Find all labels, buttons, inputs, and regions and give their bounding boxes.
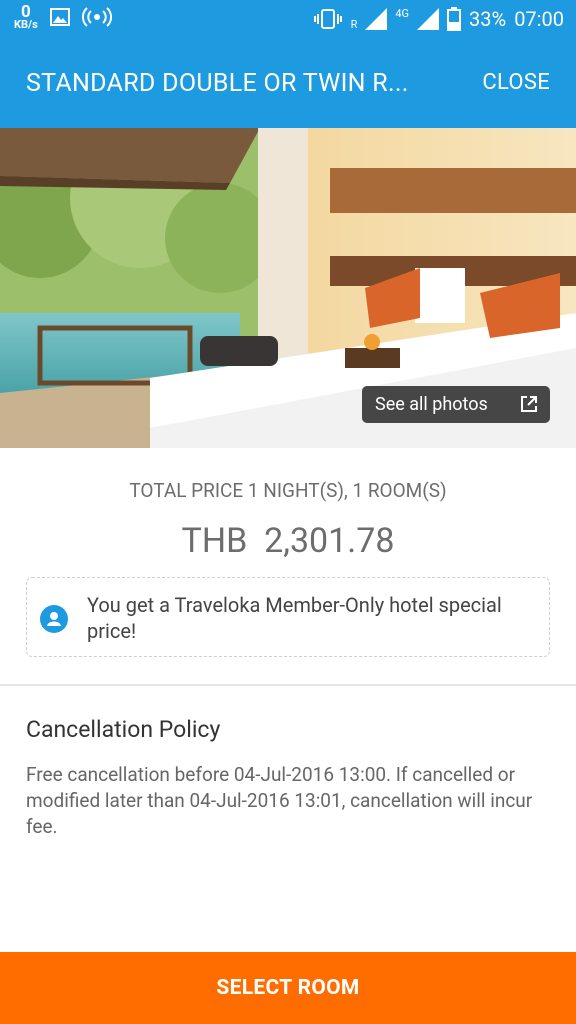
clock: 07:00	[514, 7, 564, 31]
signal-icon-2	[417, 8, 440, 30]
image-icon	[49, 8, 70, 26]
cancellation-policy-title: Cancellation Policy	[26, 716, 221, 743]
total-price: THB 2,301.78	[0, 521, 576, 561]
price-currency: THB	[181, 521, 248, 561]
battery-level: 33%	[469, 7, 507, 31]
price-amount: 2,301.78	[264, 521, 395, 561]
member-price-message: You get a Traveloka Member-Only hotel sp…	[87, 593, 502, 643]
cancellation-policy-text: Free cancellation before 04-Jul-2016 13:…	[26, 763, 533, 838]
member-price-notice: You get a Traveloka Member-Only hotel sp…	[26, 577, 550, 657]
select-room-button[interactable]: SELECT ROOM	[0, 952, 576, 1024]
see-all-photos-button[interactable]: See all photos	[362, 386, 550, 423]
section-divider	[0, 684, 576, 686]
close-button[interactable]: CLOSE	[482, 70, 550, 95]
app-bar: STANDARD DOUBLE OR TWIN R... CLOSE	[0, 40, 576, 128]
network-type: 4G	[395, 7, 410, 20]
roaming-indicator: R	[350, 18, 358, 31]
vibrate-icon	[313, 9, 342, 29]
external-link-icon	[521, 396, 537, 412]
signal-icon	[365, 8, 388, 30]
total-price-label: TOTAL PRICE 1 NIGHT(S), 1 ROOM(S)	[129, 479, 447, 502]
status-bar: 0 KB/s R 4G 33% 07:00	[0, 0, 576, 40]
room-title: STANDARD DOUBLE OR TWIN R...	[26, 69, 409, 98]
see-all-photos-label: See all photos	[375, 394, 488, 415]
network-speed: 0 KB/s	[14, 2, 38, 31]
member-user-icon	[40, 605, 68, 633]
battery-icon	[447, 7, 462, 31]
broadcast-icon	[81, 7, 112, 27]
